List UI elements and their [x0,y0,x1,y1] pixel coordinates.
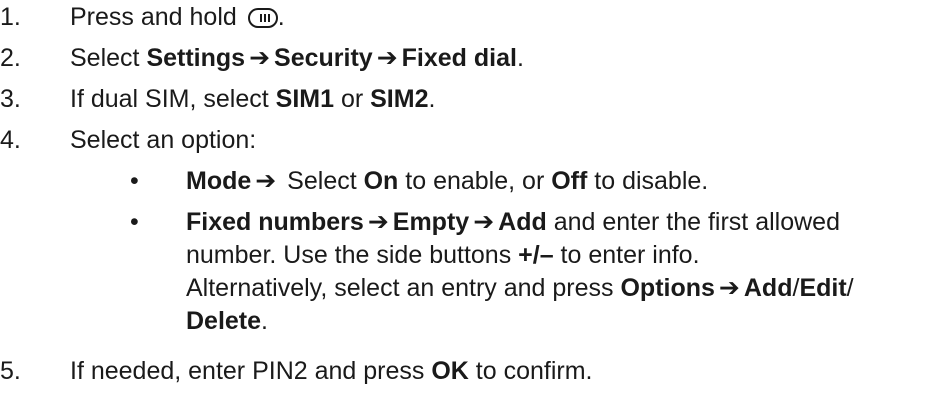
step-number: 1. [0,3,21,31]
step-text: Select an option: [70,126,257,154]
step-text: If dual SIM, select SIM1 or SIM2. [70,85,436,113]
arrow-icon: ➔ [718,274,740,302]
step-text: If needed, enter PIN2 and press OK to co… [70,357,593,385]
arrow-icon: ➔ [473,208,495,236]
arrow-icon: ➔ [249,44,271,72]
instruction-list: 1. Press and hold . 2. Select Settings ➔ S… [0,0,952,394]
option-text: Mode ➔ Select On to enable, or Off to dis… [186,167,709,195]
step-number: 4. [0,126,21,154]
option-text-line-1: Fixed numbers ➔ Empty ➔ Add and enter the fi… [186,208,840,236]
bullet: • [130,208,139,236]
step-number: 2. [0,44,21,72]
arrow-icon: ➔ [255,167,277,195]
menu-key-icon [247,8,278,28]
step-number: 3. [0,85,21,113]
bullet: • [130,167,139,195]
step-text: Press and hold . [70,3,285,31]
arrow-icon: ➔ [376,44,398,72]
option-text-line-2: number. Use the side buttons +/– to ente… [186,241,700,269]
step-number: 5. [0,357,21,385]
option-text-line-3: Alternatively, select an entry and press… [186,274,854,302]
step-text: Select Settings ➔ Security ➔ Fixed dial. [70,44,524,72]
arrow-icon: ➔ [367,208,389,236]
option-text-line-4: Delete. [186,307,268,335]
